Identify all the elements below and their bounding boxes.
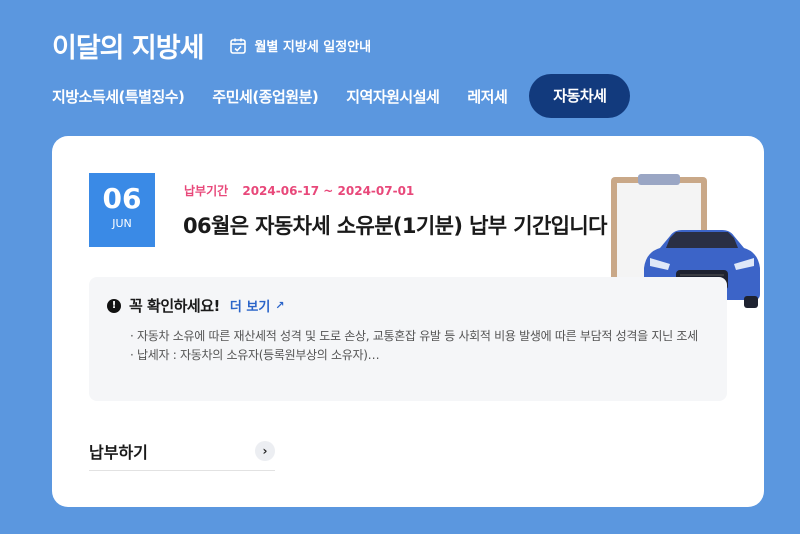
card-headline: 06월은 자동차세 소유분(1기분) 납부 기간입니다 (183, 214, 607, 238)
chevron-right-icon: › (255, 440, 275, 461)
payment-period: 납부기간 2024-06-17 ~ 2024-07-01 (184, 182, 414, 199)
tab-leisure-tax[interactable]: 레저세 (467, 86, 507, 107)
warning-icon: ! (107, 298, 121, 313)
date-month: JUN (112, 217, 132, 230)
notice-line: · 자동차 소유에 따른 재산세적 성격 및 도로 손상, 교통혼잡 유발 등 … (130, 329, 698, 343)
tab-local-income-tax[interactable]: 지방소득세(특별징수) (52, 86, 185, 107)
page-title: 이달의 지방세 (52, 33, 204, 64)
pay-label: 납부하기 (89, 442, 148, 462)
calendar-check-icon (230, 38, 247, 54)
arrow-icon: ↗ (275, 299, 285, 312)
notice-header: ! 꼭 확인하세요! 더 보기 ↗ (107, 295, 285, 316)
tax-tabs: 지방소득세(특별징수) 주민세(종업원분) 지역자원시설세 레저세 자동차세 (52, 74, 631, 118)
notice-box: ! 꼭 확인하세요! 더 보기 ↗ · 자동차 소유에 따른 재산세적 성격 및… (89, 277, 727, 401)
notice-body: · 자동차 소유에 따른 재산세적 성격 및 도로 손상, 교통혼잡 유발 등 … (130, 327, 700, 365)
more-link-label: 더 보기 (229, 300, 271, 315)
period-value: 2024-06-17 ~ 2024-07-01 (242, 184, 415, 198)
page-header: 이달의 지방세 월별 지방세 일정안내 (52, 26, 371, 65)
schedule-link-label: 월별 지방세 일정안내 (254, 40, 372, 55)
tax-card: 06 JUN 납부기간 2024-06-17 ~ 2024-07-01 06월은… (52, 136, 764, 507)
date-badge: 06 JUN (89, 173, 155, 247)
pay-button[interactable]: 납부하기 › (89, 431, 275, 471)
tab-regional-resource-tax[interactable]: 지역자원시설세 (346, 86, 440, 107)
tab-resident-tax[interactable]: 주민세(종업원분) (212, 86, 318, 107)
date-day: 06 (102, 182, 142, 215)
tab-automobile-tax[interactable]: 자동차세 (529, 74, 631, 118)
period-label: 납부기간 (184, 184, 229, 198)
more-link[interactable]: 더 보기 ↗ (230, 296, 285, 315)
notice-title: 꼭 확인하세요! (129, 297, 220, 315)
notice-line: · 납세자 : 자동차의 소유자(등록원부상의 소유자)… (130, 348, 380, 362)
schedule-link[interactable]: 월별 지방세 일정안내 (229, 36, 371, 55)
